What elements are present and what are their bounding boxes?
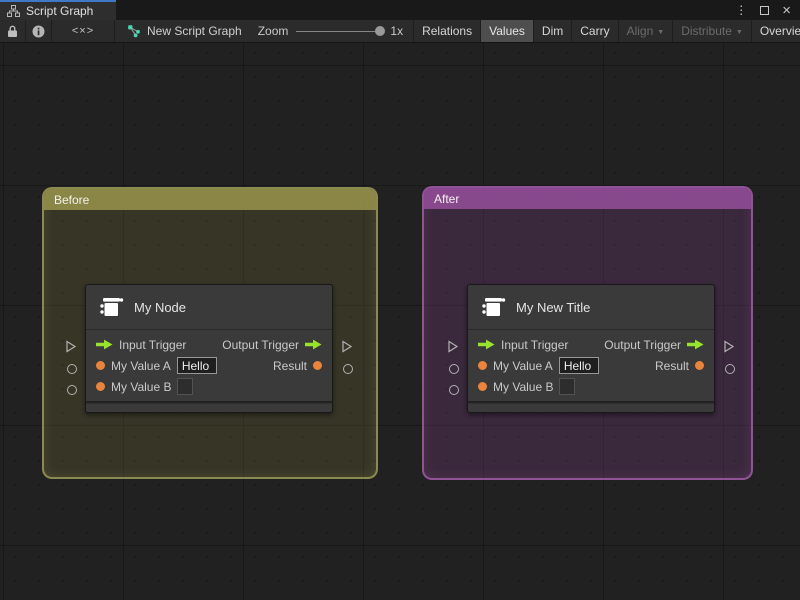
script-graph-window: Script Graph ⋮ × <×> New Script Graph Zo… xyxy=(0,0,800,600)
value-a-label: My Value A xyxy=(111,358,171,373)
zoom-label: Zoom xyxy=(257,24,289,38)
flow-output-port-icon[interactable] xyxy=(687,339,704,350)
group-before-header[interactable]: Before xyxy=(44,189,376,210)
node-my-new-title[interactable]: My New Title Input Trigger Output Trigge… xyxy=(448,284,735,413)
tab-script-graph[interactable]: Script Graph xyxy=(0,0,116,20)
node-header[interactable]: My Node xyxy=(86,285,332,330)
info-button[interactable] xyxy=(26,20,51,42)
node-row-triggers: Input Trigger Output Trigger xyxy=(86,334,332,355)
external-result-port[interactable] xyxy=(725,364,735,374)
hierarchy-graph-icon xyxy=(7,5,20,17)
values-button[interactable]: Values xyxy=(481,20,533,42)
info-icon xyxy=(32,25,45,37)
result-label: Result xyxy=(654,358,689,373)
zoom-slider[interactable] xyxy=(296,26,386,36)
distribute-label: Distribute xyxy=(681,24,732,38)
graph-name-label: New Script Graph xyxy=(147,24,242,38)
node-footer xyxy=(468,404,714,412)
node-row-value-a: My Value A Result xyxy=(468,355,714,376)
result-port-icon[interactable] xyxy=(313,361,322,370)
node-box[interactable]: My New Title Input Trigger Output Trigge… xyxy=(467,284,715,413)
kebab-menu-icon[interactable]: ⋮ xyxy=(735,4,747,16)
unit-node-icon xyxy=(100,298,124,316)
value-b-label: My Value B xyxy=(493,379,554,394)
value-b-port-icon[interactable] xyxy=(478,382,487,391)
chevron-down-icon: ▼ xyxy=(657,28,665,36)
flow-input-port-icon[interactable] xyxy=(96,339,113,350)
tab-bar: Script Graph ⋮ × xyxy=(0,0,800,20)
dim-button[interactable]: Dim xyxy=(534,20,571,42)
value-b-label: My Value B xyxy=(111,379,172,394)
external-value-b-port[interactable] xyxy=(449,385,459,395)
node-footer xyxy=(86,404,332,412)
close-icon[interactable]: × xyxy=(782,3,791,18)
graph-breadcrumb[interactable]: New Script Graph xyxy=(115,20,252,42)
group-before-title: Before xyxy=(54,192,90,207)
window-controls: ⋮ × xyxy=(735,0,800,20)
node-row-value-b: My Value B xyxy=(86,376,332,397)
value-b-port-icon[interactable] xyxy=(96,382,105,391)
unit-node-icon xyxy=(482,298,506,316)
carry-button[interactable]: Carry xyxy=(572,20,617,42)
zoom-control: Zoom 1x xyxy=(252,20,413,42)
value-b-input[interactable] xyxy=(177,378,194,395)
value-a-port-icon[interactable] xyxy=(96,361,105,370)
flow-output-port-icon[interactable] xyxy=(305,339,322,350)
group-after-title: After xyxy=(434,191,460,206)
node-body: Input Trigger Output Trigger My Value A … xyxy=(468,330,714,401)
code-preview-button[interactable]: <×> xyxy=(52,20,114,42)
result-port-icon[interactable] xyxy=(695,361,704,370)
lock-icon xyxy=(8,25,17,37)
node-header[interactable]: My New Title xyxy=(468,285,714,330)
external-result-port[interactable] xyxy=(343,364,353,374)
node-my-node[interactable]: My Node Input Trigger Output Trigger My … xyxy=(66,284,353,413)
flow-input-port-icon[interactable] xyxy=(478,339,495,350)
input-trigger-label: Input Trigger xyxy=(501,337,569,352)
lock-button[interactable] xyxy=(0,20,25,42)
script-graph-asset-icon xyxy=(128,25,140,38)
external-value-a-port[interactable] xyxy=(67,364,77,374)
maximize-icon[interactable] xyxy=(760,5,770,15)
node-row-value-b: My Value B xyxy=(468,376,714,397)
value-b-input[interactable] xyxy=(559,378,576,395)
external-flow-input-port[interactable] xyxy=(447,340,459,358)
external-flow-output-port[interactable] xyxy=(723,340,735,358)
zoom-level-value: 1x xyxy=(390,24,404,38)
value-a-input[interactable] xyxy=(558,357,599,374)
external-value-a-port[interactable] xyxy=(449,364,459,374)
external-flow-input-port[interactable] xyxy=(65,340,77,358)
result-label: Result xyxy=(272,358,307,373)
output-trigger-label: Output Trigger xyxy=(222,337,299,352)
input-trigger-label: Input Trigger xyxy=(119,337,187,352)
distribute-dropdown: Distribute ▼ xyxy=(673,20,751,42)
chevron-down-icon: ▼ xyxy=(735,28,743,36)
tab-title: Script Graph xyxy=(26,4,94,18)
zoom-slider-knob[interactable] xyxy=(375,26,386,36)
group-after-header[interactable]: After xyxy=(424,188,751,209)
node-body: Input Trigger Output Trigger My Value A … xyxy=(86,330,332,401)
node-title: My Node xyxy=(134,299,187,315)
node-row-triggers: Input Trigger Output Trigger xyxy=(468,334,714,355)
external-value-b-port[interactable] xyxy=(67,385,77,395)
graph-toolbar: <×> New Script Graph Zoom 1x Relations V… xyxy=(0,20,800,43)
graph-canvas[interactable]: Before After My Node Input Trigger Outpu… xyxy=(0,43,800,600)
relations-button[interactable]: Relations xyxy=(414,20,480,42)
align-label: Align xyxy=(626,24,654,38)
node-row-value-a: My Value A Result xyxy=(86,355,332,376)
external-flow-output-port[interactable] xyxy=(341,340,353,358)
value-a-label: My Value A xyxy=(493,358,553,373)
output-trigger-label: Output Trigger xyxy=(604,337,681,352)
value-a-input[interactable] xyxy=(176,357,217,374)
align-dropdown: Align ▼ xyxy=(619,20,673,42)
node-title: My New Title xyxy=(516,299,591,315)
value-a-port-icon[interactable] xyxy=(478,361,487,370)
node-box[interactable]: My Node Input Trigger Output Trigger My … xyxy=(85,284,333,413)
overview-button[interactable]: Overview xyxy=(752,20,800,42)
